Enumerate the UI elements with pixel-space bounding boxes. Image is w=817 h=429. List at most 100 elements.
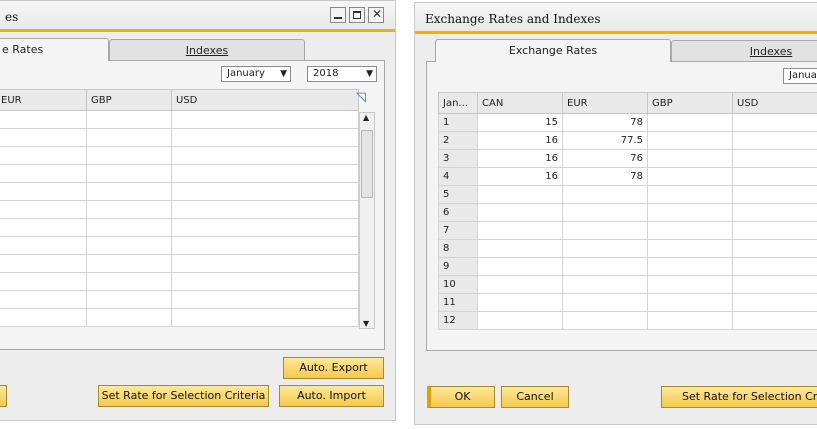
table-row[interactable]: 12 bbox=[438, 311, 817, 330]
column-header-gbp[interactable]: GBP bbox=[86, 89, 172, 111]
table-cell[interactable] bbox=[86, 128, 172, 147]
table-cell[interactable] bbox=[0, 308, 87, 327]
can-cell[interactable]: 15 bbox=[477, 113, 563, 132]
usd-cell[interactable] bbox=[732, 293, 817, 312]
column-header-can[interactable]: CAN bbox=[477, 92, 563, 114]
table-cell[interactable] bbox=[86, 236, 172, 255]
expand-table-icon[interactable]: ◹ bbox=[356, 90, 366, 105]
tab-exchange-rates[interactable]: e Rates bbox=[0, 38, 109, 61]
table-cell[interactable] bbox=[86, 146, 172, 165]
can-cell[interactable] bbox=[477, 239, 563, 258]
eur-cell[interactable] bbox=[562, 311, 648, 330]
table-row[interactable] bbox=[0, 236, 359, 255]
table-row[interactable]: 9 bbox=[438, 257, 817, 276]
table-row[interactable] bbox=[0, 110, 359, 129]
maximize-button[interactable] bbox=[349, 7, 365, 23]
day-cell[interactable]: 10 bbox=[438, 275, 478, 294]
minimize-button[interactable] bbox=[330, 7, 346, 23]
table-row[interactable] bbox=[0, 218, 359, 237]
table-row[interactable] bbox=[0, 272, 359, 291]
table-cell[interactable] bbox=[86, 164, 172, 183]
table-cell[interactable] bbox=[171, 218, 359, 237]
table-row[interactable] bbox=[0, 308, 359, 327]
usd-cell[interactable] bbox=[732, 167, 817, 186]
table-cell[interactable] bbox=[86, 272, 172, 291]
day-cell[interactable]: 11 bbox=[438, 293, 478, 312]
column-header-usd[interactable]: USD bbox=[732, 92, 817, 114]
month-select[interactable]: Januar bbox=[783, 68, 817, 84]
table-cell[interactable] bbox=[0, 272, 87, 291]
usd-cell[interactable] bbox=[732, 221, 817, 240]
table-row[interactable] bbox=[0, 290, 359, 309]
close-button[interactable]: ✕ bbox=[368, 7, 384, 23]
table-row[interactable]: 6 bbox=[438, 203, 817, 222]
gbp-cell[interactable] bbox=[647, 167, 733, 186]
tab-indexes[interactable]: Indexes bbox=[109, 39, 305, 61]
gbp-cell[interactable] bbox=[647, 275, 733, 294]
table-row[interactable] bbox=[0, 146, 359, 165]
table-cell[interactable] bbox=[0, 200, 87, 219]
day-cell[interactable]: 8 bbox=[438, 239, 478, 258]
table-cell[interactable] bbox=[86, 200, 172, 219]
table-row[interactable]: 11 bbox=[438, 293, 817, 312]
day-cell[interactable]: 7 bbox=[438, 221, 478, 240]
usd-cell[interactable] bbox=[732, 311, 817, 330]
table-cell[interactable] bbox=[171, 110, 359, 129]
column-header-gbp[interactable]: GBP bbox=[647, 92, 733, 114]
table-cell[interactable] bbox=[86, 290, 172, 309]
usd-cell[interactable] bbox=[732, 239, 817, 258]
day-cell[interactable]: 5 bbox=[438, 185, 478, 204]
can-cell[interactable] bbox=[477, 293, 563, 312]
table-cell[interactable] bbox=[0, 128, 87, 147]
can-cell[interactable] bbox=[477, 257, 563, 276]
gbp-cell[interactable] bbox=[647, 185, 733, 204]
table-cell[interactable] bbox=[171, 290, 359, 309]
day-cell[interactable]: 3 bbox=[438, 149, 478, 168]
gbp-cell[interactable] bbox=[647, 311, 733, 330]
column-header-day[interactable]: Jan... bbox=[438, 92, 478, 114]
table-row[interactable]: 2 16 77.5 bbox=[438, 131, 817, 150]
table-row[interactable]: 1 15 78 bbox=[438, 113, 817, 132]
usd-cell[interactable] bbox=[732, 131, 817, 150]
eur-cell[interactable]: 78 bbox=[562, 167, 648, 186]
ok-button[interactable]: OK bbox=[427, 386, 495, 408]
gbp-cell[interactable] bbox=[647, 131, 733, 150]
eur-cell[interactable] bbox=[562, 185, 648, 204]
gbp-cell[interactable] bbox=[647, 293, 733, 312]
scroll-down-icon[interactable]: ▼ bbox=[363, 319, 369, 328]
day-cell[interactable]: 9 bbox=[438, 257, 478, 276]
eur-cell[interactable] bbox=[562, 203, 648, 222]
eur-cell[interactable] bbox=[562, 239, 648, 258]
gbp-cell[interactable] bbox=[647, 239, 733, 258]
month-select[interactable]: January ▼ bbox=[221, 66, 291, 82]
table-cell[interactable] bbox=[0, 146, 87, 165]
usd-cell[interactable] bbox=[732, 185, 817, 204]
can-cell[interactable] bbox=[477, 203, 563, 222]
auto-import-button[interactable]: Auto. Import bbox=[279, 385, 384, 407]
table-cell[interactable] bbox=[86, 218, 172, 237]
can-cell[interactable]: 16 bbox=[477, 167, 563, 186]
table-cell[interactable] bbox=[171, 182, 359, 201]
table-cell[interactable] bbox=[0, 182, 87, 201]
auto-export-button[interactable]: Auto. Export bbox=[283, 357, 384, 379]
table-cell[interactable] bbox=[0, 110, 87, 129]
scrollbar-thumb[interactable] bbox=[361, 130, 373, 198]
table-cell[interactable] bbox=[171, 254, 359, 273]
day-cell[interactable]: 2 bbox=[438, 131, 478, 150]
day-cell[interactable]: 4 bbox=[438, 167, 478, 186]
can-cell[interactable] bbox=[477, 221, 563, 240]
gbp-cell[interactable] bbox=[647, 203, 733, 222]
table-row[interactable]: 4 16 78 bbox=[438, 167, 817, 186]
set-rate-button[interactable]: Set Rate for Selection Criteria bbox=[98, 385, 269, 407]
table-cell[interactable] bbox=[0, 164, 87, 183]
eur-cell[interactable]: 78 bbox=[562, 113, 648, 132]
day-cell[interactable]: 1 bbox=[438, 113, 478, 132]
table-cell[interactable] bbox=[171, 164, 359, 183]
gbp-cell[interactable] bbox=[647, 221, 733, 240]
can-cell[interactable] bbox=[477, 185, 563, 204]
table-cell[interactable] bbox=[0, 290, 87, 309]
table-cell[interactable] bbox=[171, 128, 359, 147]
table-cell[interactable] bbox=[171, 272, 359, 291]
can-cell[interactable] bbox=[477, 275, 563, 294]
table-cell[interactable] bbox=[0, 236, 87, 255]
